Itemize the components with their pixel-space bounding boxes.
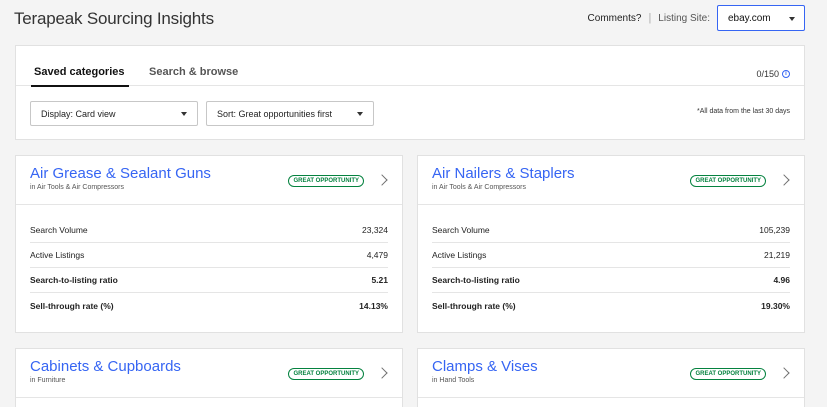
info-icon[interactable]: i <box>782 70 790 78</box>
category-parent: in Furniture <box>30 377 66 384</box>
metric-value: 5.21 <box>371 275 388 285</box>
opportunity-badge: GREAT OPPORTUNITY <box>690 368 766 380</box>
app-header: Terapeak Sourcing Insights Comments? | L… <box>0 0 827 38</box>
metric-label: Search-to-listing ratio <box>30 275 118 285</box>
chevron-right-icon[interactable] <box>778 367 790 379</box>
metric-value: 14.13% <box>359 300 388 311</box>
listing-site-value: ebay.com <box>728 12 771 24</box>
comments-link[interactable]: Comments? <box>588 13 642 24</box>
category-title[interactable]: Cabinets & Cupboards <box>30 358 181 375</box>
sort-dropdown-label: Sort: Great opportunities first <box>217 108 333 119</box>
metric-row: Search Volume 105,239 <box>432 218 790 243</box>
metric-row: Search-to-listing ratio 5.21 <box>30 268 388 293</box>
metric-row: Sell-through rate (%) 14.13% <box>30 293 388 318</box>
metric-row: Search-to-listing ratio 4.96 <box>432 268 790 293</box>
metric-value: 21,219 <box>764 250 790 260</box>
controls-panel: Saved categories Search & browse 0/150 i… <box>15 45 805 140</box>
category-parent: in Air Tools & Air Compressors <box>30 184 125 191</box>
tab-bar: Saved categories Search & browse 0/150 i <box>16 46 804 87</box>
tab-search-browse[interactable]: Search & browse <box>149 66 238 78</box>
metric-row: Active Listings 21,219 <box>432 243 790 268</box>
listing-site-select[interactable]: ebay.com <box>717 5 805 31</box>
category-card: Air Nailers & Staplers in Air Tools & Ai… <box>417 155 805 333</box>
caret-down-icon <box>357 112 363 116</box>
app-title: Terapeak Sourcing Insights <box>14 9 214 28</box>
metric-label: Active Listings <box>30 250 85 260</box>
tab-saved-categories[interactable]: Saved categories <box>31 66 128 87</box>
metric-value: 4.96 <box>773 275 790 285</box>
metric-row: Active Listings 4,479 <box>30 243 388 268</box>
metrics-list: Search Volume 105,239 Active Listings 21… <box>432 218 790 318</box>
category-title[interactable]: Air Grease & Sealant Guns <box>30 165 211 182</box>
chevron-right-icon[interactable] <box>376 174 388 186</box>
metric-value: 19.30% <box>761 300 790 311</box>
metric-value: 105,239 <box>759 225 790 235</box>
chevron-right-icon[interactable] <box>778 174 790 186</box>
category-card: Clamps & Vises in Hand Tools GREAT OPPOR… <box>417 348 805 407</box>
metric-label: Search Volume <box>30 225 88 235</box>
metric-label: Active Listings <box>432 250 487 260</box>
category-parent: in Air Tools & Air Compressors <box>432 184 527 191</box>
category-card: Cabinets & Cupboards in Furniture GREAT … <box>15 348 403 407</box>
saved-counter: 0/150 i <box>756 69 790 79</box>
metric-row: Sell-through rate (%) 19.30% <box>432 293 790 318</box>
display-dropdown[interactable]: Display: Card view <box>30 101 198 126</box>
chevron-right-icon[interactable] <box>376 367 388 379</box>
metric-label: Search Volume <box>432 225 490 235</box>
metric-label: Sell-through rate (%) <box>30 300 114 311</box>
card-header[interactable]: Air Nailers & Staplers in Air Tools & Ai… <box>418 156 804 205</box>
metrics-list: Search Volume 23,324 Active Listings 4,4… <box>30 218 388 318</box>
sort-dropdown[interactable]: Sort: Great opportunities first <box>206 101 374 126</box>
card-header[interactable]: Clamps & Vises in Hand Tools GREAT OPPOR… <box>418 349 804 398</box>
category-card: Air Grease & Sealant Guns in Air Tools &… <box>15 155 403 333</box>
saved-count: 0/150 <box>756 69 779 79</box>
metric-value: 4,479 <box>366 250 388 260</box>
listing-site-label: Listing Site: <box>658 12 710 24</box>
data-range-note: *All data from the last 30 days <box>697 108 790 115</box>
metric-label: Search-to-listing ratio <box>432 275 520 285</box>
card-header[interactable]: Cabinets & Cupboards in Furniture GREAT … <box>16 349 402 398</box>
metric-label: Sell-through rate (%) <box>432 300 516 311</box>
category-title[interactable]: Clamps & Vises <box>432 358 538 375</box>
category-title[interactable]: Air Nailers & Staplers <box>432 165 575 182</box>
header-controls: Comments? | Listing Site: ebay.com <box>588 5 805 31</box>
category-parent: in Hand Tools <box>432 377 475 384</box>
opportunity-badge: GREAT OPPORTUNITY <box>288 175 364 187</box>
header-separator: | <box>648 12 652 24</box>
caret-down-icon <box>181 112 187 116</box>
caret-down-icon <box>789 17 795 21</box>
opportunity-badge: GREAT OPPORTUNITY <box>690 175 766 187</box>
opportunity-badge: GREAT OPPORTUNITY <box>288 368 364 380</box>
metric-value: 23,324 <box>362 225 388 235</box>
metric-row: Search Volume 23,324 <box>30 218 388 243</box>
display-dropdown-label: Display: Card view <box>41 108 116 119</box>
card-header[interactable]: Air Grease & Sealant Guns in Air Tools &… <box>16 156 402 205</box>
